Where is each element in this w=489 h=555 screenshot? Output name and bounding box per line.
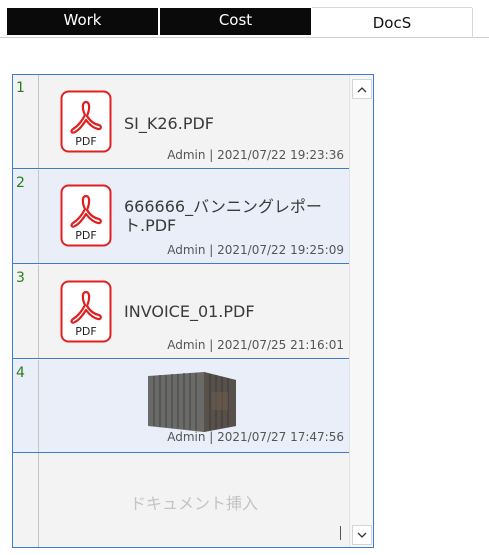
document-row[interactable]: 1 PDF SI_K26.PDF Admin | 2021/07/22 19:2… [13,75,349,169]
insert-document-row[interactable]: ドキュメント挿入 [13,453,349,547]
tab-bar: Work Cost DocS [0,0,489,38]
insert-document-label[interactable]: ドキュメント挿入 [39,490,349,514]
text-caret [340,526,341,540]
document-row[interactable]: 4 Admin | 2021/07/27 17:47:56 [13,360,349,453]
container-photo[interactable] [146,370,238,434]
scroll-up-button[interactable] [352,79,372,99]
chevron-up-icon [357,86,367,92]
document-meta: Admin | 2021/07/22 19:25:09 [167,243,344,257]
vertical-scrollbar[interactable] [349,75,373,547]
document-row[interactable]: 2 PDF 666666_バンニングレポート.PDF Admin | 2021/… [13,170,349,264]
row-index: 1 [13,75,39,168]
document-meta: Admin | 2021/07/25 21:16:01 [167,338,344,352]
pdf-icon: PDF [60,184,112,247]
row-index: 3 [13,265,39,358]
document-name[interactable]: INVOICE_01.PDF [124,302,255,321]
tab-divider [0,37,489,38]
row-index-empty [13,453,39,547]
svg-text:PDF: PDF [75,135,96,148]
svg-text:PDF: PDF [75,325,96,338]
document-name[interactable]: SI_K26.PDF [124,114,214,133]
pdf-icon: PDF [60,280,112,343]
document-meta: Admin | 2021/07/22 19:23:36 [167,148,344,162]
document-name[interactable]: 666666_バンニングレポート.PDF [124,197,334,235]
document-row[interactable]: 3 PDF INVOICE_01.PDF Admin | 2021/07/25 … [13,265,349,359]
document-meta: Admin | 2021/07/27 17:47:56 [167,430,344,444]
tab-cost[interactable]: Cost [160,8,311,35]
row-index: 2 [13,170,39,263]
document-list-panel: 1 PDF SI_K26.PDF Admin | 2021/07/22 19:2… [12,74,374,548]
row-index: 4 [13,360,39,452]
pdf-icon: PDF [60,90,112,153]
tab-docs[interactable]: DocS [312,7,472,38]
chevron-down-icon [357,532,367,538]
svg-text:PDF: PDF [75,229,96,242]
tab-divider-edge [472,8,473,38]
scroll-down-button[interactable] [352,525,372,545]
tab-work[interactable]: Work [7,8,158,35]
